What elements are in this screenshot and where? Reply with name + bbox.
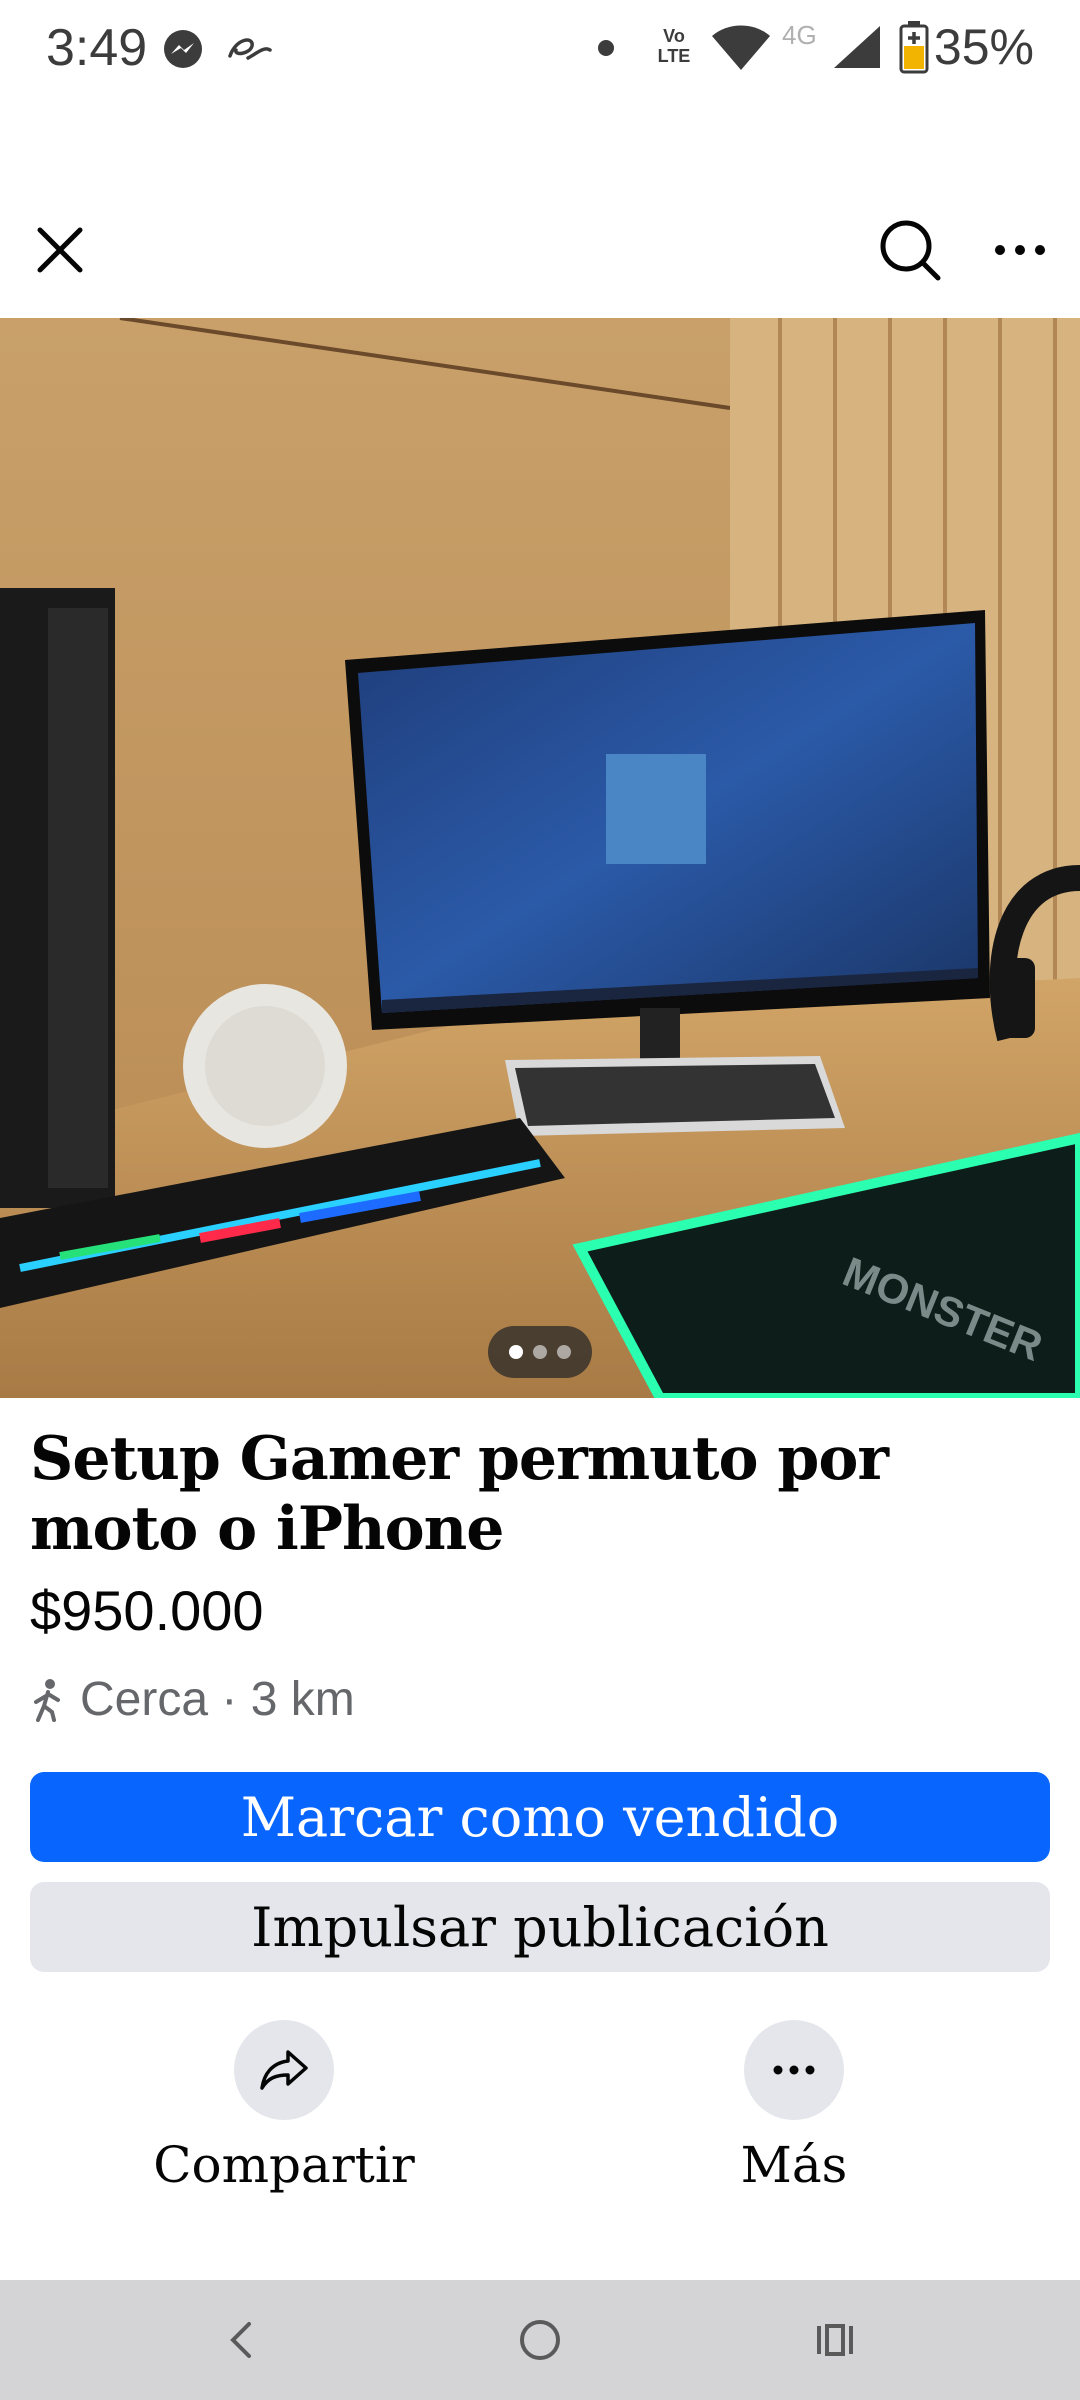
app-bar <box>0 190 1080 320</box>
dot-icon <box>598 40 614 56</box>
recent-apps-icon[interactable] <box>805 2310 865 2370</box>
more-icon[interactable] <box>990 220 1050 280</box>
system-nav-bar <box>0 2280 1080 2400</box>
photo-pagination <box>488 1326 592 1378</box>
home-icon[interactable] <box>510 2310 570 2370</box>
search-icon[interactable] <box>876 216 944 284</box>
page-dot-1[interactable] <box>509 1345 523 1359</box>
battery-icon <box>899 21 929 74</box>
more-action[interactable]: Más <box>644 2020 944 2194</box>
listing-photo[interactable]: MONSTER <box>0 318 1080 1398</box>
boost-post-label: Impulsar publicación <box>251 1895 829 1959</box>
share-label: Compartir <box>153 2136 415 2194</box>
status-time: 3:49 <box>46 19 148 77</box>
share-icon <box>260 2050 308 2090</box>
more-options-button[interactable] <box>744 2020 844 2120</box>
more-label: Más <box>740 2136 848 2194</box>
more-dots-icon <box>773 2065 815 2075</box>
location-text: Cerca · 3 km <box>80 1673 355 1726</box>
wifi-icon <box>712 25 770 70</box>
volte-icon: Vo LTE <box>657 26 691 66</box>
gaming-setup-image: MONSTER <box>0 318 1080 1398</box>
back-icon[interactable] <box>213 2310 273 2370</box>
status-bar: 3:49 Vo LTE 4G 35% <box>0 0 1080 100</box>
battery-percent: 35% <box>933 19 1034 75</box>
share-button[interactable] <box>234 2020 334 2120</box>
mark-as-sold-label: Marcar como vendido <box>240 1785 840 1849</box>
listing-title: Setup Gamer permuto por moto o iPhone <box>30 1424 889 1564</box>
messenger-icon <box>164 30 202 68</box>
listing-location: Cerca · 3 km <box>30 1672 355 1727</box>
close-icon[interactable] <box>30 220 90 280</box>
page-dot-3[interactable] <box>557 1345 571 1359</box>
page-dot-2[interactable] <box>533 1345 547 1359</box>
app-icon <box>228 38 272 60</box>
signal-icon <box>834 26 880 68</box>
share-action[interactable]: Compartir <box>134 2020 434 2194</box>
walking-person-icon <box>34 1678 60 1722</box>
listing-price: $950.000 <box>30 1579 264 1642</box>
boost-post-button[interactable]: Impulsar publicación <box>30 1882 1050 1972</box>
4g-icon: 4G <box>782 20 817 50</box>
mark-as-sold-button[interactable]: Marcar como vendido <box>30 1772 1050 1862</box>
